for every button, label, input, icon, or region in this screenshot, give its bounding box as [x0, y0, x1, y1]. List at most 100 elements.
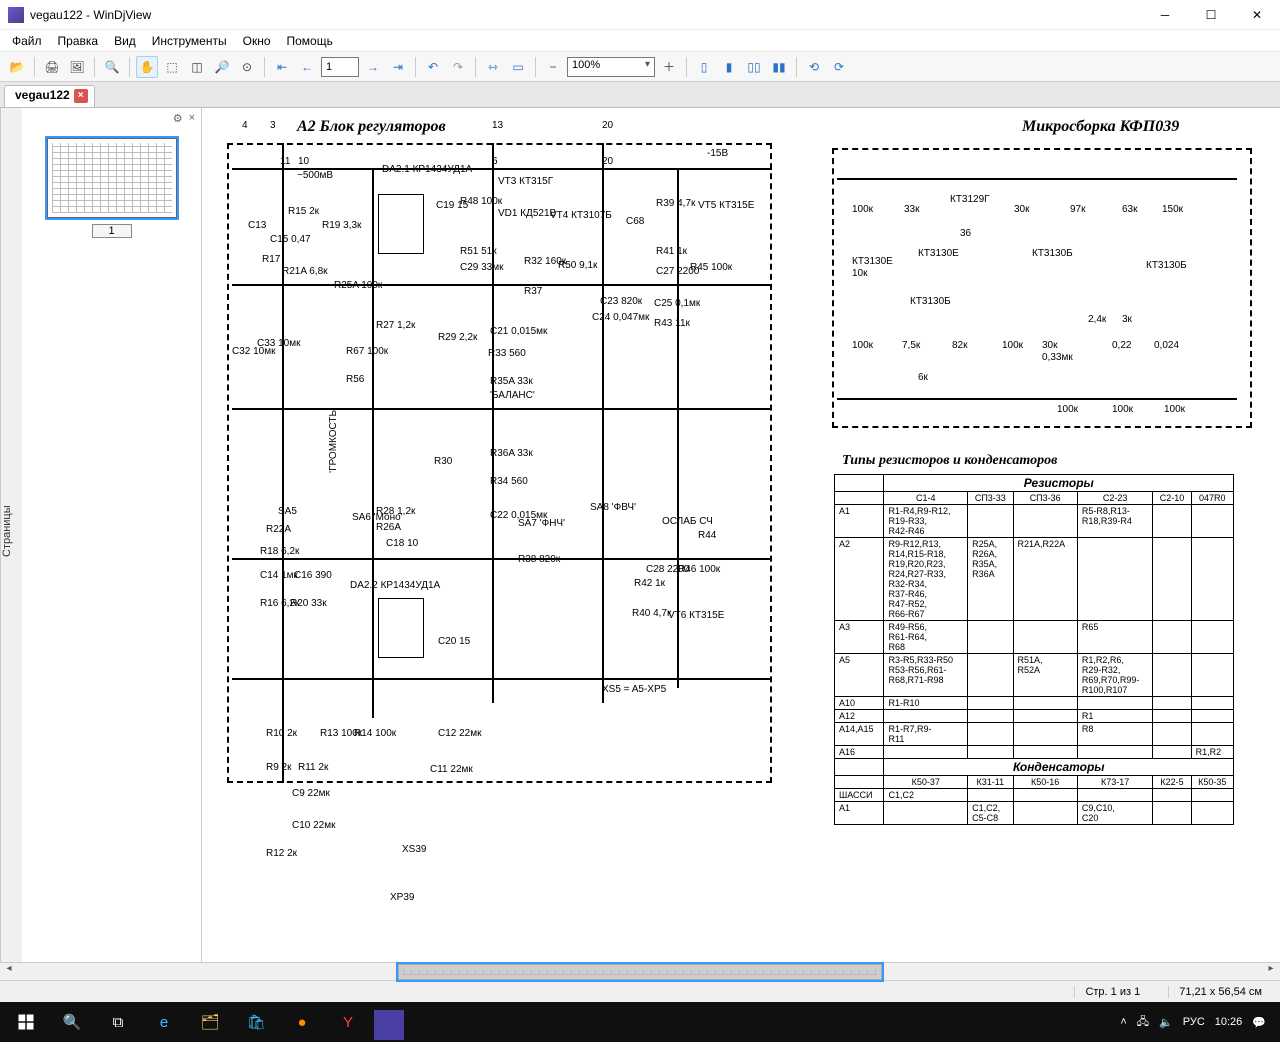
table-header: Конденсаторы — [884, 759, 1234, 776]
hand-tool-icon[interactable]: ✋ — [136, 56, 158, 78]
page-number-input[interactable] — [321, 57, 359, 77]
system-tray[interactable]: ˄ 🖧 🔈 РУС 10:26 💬 — [1120, 1013, 1274, 1032]
col: СП3-36 — [1013, 492, 1077, 505]
tray-volume-icon[interactable]: 🔈 — [1159, 1016, 1173, 1029]
tab-close-icon[interactable]: × — [74, 89, 88, 103]
label: VT3 КТ315Г — [498, 176, 553, 187]
layout-continuous-icon[interactable]: ▮ — [718, 56, 740, 78]
label: XS39 — [402, 844, 426, 855]
tray-up-icon[interactable]: ˄ — [1120, 1016, 1126, 1028]
zoom-tool-icon[interactable]: 🔎 — [211, 56, 233, 78]
col: С2-23 — [1077, 492, 1153, 505]
close-button[interactable]: ✕ — [1234, 0, 1280, 29]
menu-edit[interactable]: Правка — [52, 32, 105, 50]
panel-close-icon[interactable]: × — [189, 112, 195, 124]
last-page-icon[interactable]: ⇥ — [387, 56, 409, 78]
document-tab[interactable]: vegau122 × — [4, 85, 95, 107]
layout-single-icon[interactable]: ▯ — [693, 56, 715, 78]
col: С2-10 — [1153, 492, 1191, 505]
label: 'БАЛАНС' — [490, 390, 535, 401]
app-icon — [8, 7, 24, 23]
next-page-icon[interactable]: → — [362, 56, 384, 78]
opamp-da21 — [378, 194, 424, 254]
label: R17 — [262, 254, 280, 265]
menu-window[interactable]: Окно — [237, 32, 277, 50]
label: R41 1к — [656, 246, 687, 257]
fit-page-icon[interactable]: ▭ — [507, 56, 529, 78]
select-tool-icon[interactable]: ⬚ — [161, 56, 183, 78]
page-thumbnail[interactable] — [47, 138, 177, 218]
panel-pin-icon[interactable]: ⚙ — [173, 112, 183, 125]
loupe-tool-icon[interactable]: ⊙ — [236, 56, 258, 78]
zoom-out-icon[interactable]: − — [542, 56, 564, 78]
app-icon-3[interactable] — [374, 1010, 404, 1040]
fit-width-icon[interactable]: ⇿ — [482, 56, 504, 78]
taskview-icon[interactable]: ⧉ — [98, 1002, 138, 1042]
label: R40 4,7к — [632, 608, 671, 619]
sidebar-tab-pages[interactable]: Страницы — [0, 108, 22, 962]
label: 30к — [1014, 204, 1030, 215]
label: R26A — [376, 522, 401, 533]
document-viewport[interactable]: А2 Блок регуляторов Микросборка КФП039 Т… — [202, 108, 1280, 962]
label: R43 11к — [654, 318, 690, 329]
zoom-in-icon[interactable]: ＋ — [658, 56, 680, 78]
rotate-right-icon[interactable]: ⟳ — [828, 56, 850, 78]
store-icon[interactable]: 🛍 — [236, 1002, 276, 1042]
col: СП3-33 — [968, 492, 1013, 505]
tray-notifications-icon[interactable]: 💬 — [1252, 1016, 1266, 1029]
tab-strip: vegau122 × — [0, 82, 1280, 108]
label: R25A 100к — [334, 280, 382, 291]
label: 0,33мк — [1042, 352, 1073, 363]
forward-icon[interactable]: ↷ — [447, 56, 469, 78]
label: 63к — [1122, 204, 1138, 215]
minimize-button[interactable]: ─ — [1142, 0, 1188, 29]
label: R15 2к — [288, 206, 319, 217]
tray-clock[interactable]: 10:26 — [1215, 1016, 1243, 1028]
label: 33к — [904, 204, 920, 215]
layout-cont-facing-icon[interactable]: ▮▮ — [768, 56, 790, 78]
label: 100к — [852, 340, 873, 351]
open-icon[interactable]: 📂 — [6, 56, 28, 78]
label: 150к — [1162, 204, 1183, 215]
label: C18 10 — [386, 538, 418, 549]
menu-file[interactable]: Файл — [6, 32, 48, 50]
print-icon[interactable]: 🖨 — [41, 56, 63, 78]
explorer-icon[interactable]: 🗂 — [190, 1002, 230, 1042]
rotate-left-icon[interactable]: ⟲ — [803, 56, 825, 78]
zoom-select[interactable]: 100% — [567, 57, 655, 77]
prev-page-icon[interactable]: ← — [296, 56, 318, 78]
tray-network-icon[interactable]: 🖧 — [1137, 1013, 1149, 1032]
label: R34 560 — [490, 476, 528, 487]
app-icon-2[interactable]: Y — [328, 1002, 368, 1042]
menu-tools[interactable]: Инструменты — [146, 32, 233, 50]
label: КТ3130Б — [910, 296, 951, 307]
back-icon[interactable]: ↶ — [422, 56, 444, 78]
label: R14 100к — [354, 728, 396, 739]
outline-micro — [832, 148, 1252, 428]
maximize-button[interactable]: ☐ — [1188, 0, 1234, 29]
find-icon[interactable]: 🔍 — [101, 56, 123, 78]
layout-facing-icon[interactable]: ▯▯ — [743, 56, 765, 78]
search-icon[interactable]: 🔍 — [52, 1002, 92, 1042]
label: C15 0,47 — [270, 234, 311, 245]
label: SA6 'Моно' — [352, 512, 403, 523]
label: 97к — [1070, 204, 1086, 215]
tray-lang[interactable]: РУС — [1183, 1016, 1205, 1028]
pin: 20 — [602, 156, 613, 167]
start-button[interactable] — [6, 1002, 46, 1042]
export-icon[interactable]: 🖼 — [66, 56, 88, 78]
menu-help[interactable]: Помощь — [281, 32, 339, 50]
label: КТ3129Г — [950, 194, 990, 205]
label: 0,024 — [1154, 340, 1179, 351]
label: C68 — [626, 216, 644, 227]
horizontal-scrollbar[interactable]: ◂▸ — [0, 962, 1280, 980]
menu-view[interactable]: Вид — [108, 32, 142, 50]
marquee-tool-icon[interactable]: ◫ — [186, 56, 208, 78]
status-coords: 71,21 x 56,54 см — [1168, 986, 1272, 998]
edge-icon[interactable]: e — [144, 1002, 184, 1042]
app-icon-1[interactable]: ● — [282, 1002, 322, 1042]
pin: 10 — [298, 156, 309, 167]
label: 100к — [1164, 404, 1185, 415]
first-page-icon[interactable]: ⇤ — [271, 56, 293, 78]
pin: 20 — [602, 120, 613, 131]
